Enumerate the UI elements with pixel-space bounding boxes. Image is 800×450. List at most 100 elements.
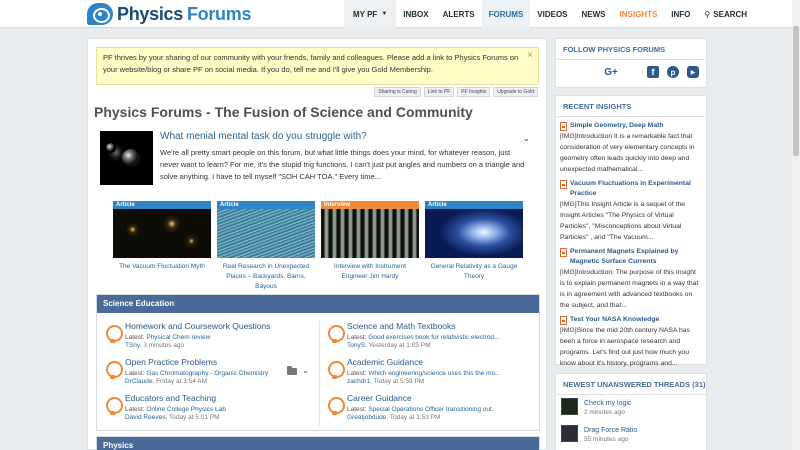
facebook-icon[interactable]: f [647, 66, 659, 78]
forum-title-link[interactable]: Open Practice Problems [125, 357, 217, 367]
forum-latest: Latest: Good exercises book for relativi… [347, 334, 500, 341]
insight-item: Vacuum Fluctuations in Experimental Prac… [556, 179, 706, 243]
nav-insights[interactable]: INSIGHTS [613, 0, 665, 28]
article-card[interactable]: Interview Interview with Instrument Engi… [321, 201, 419, 282]
forum-node: Homework and Coursework Questions Latest… [101, 321, 311, 355]
insight-title-link[interactable]: Test Your NASA Knowledge [570, 315, 659, 325]
logo-text-physics: Physics [117, 3, 183, 24]
article-thumbnail[interactable]: Article [113, 201, 211, 258]
link-to-pf[interactable]: Link to PF [423, 87, 455, 97]
post-title-link[interactable]: What menial mental task do you struggle … [160, 131, 367, 142]
user-link[interactable]: TonyS [347, 342, 365, 349]
nav-my-pf[interactable]: MY PF ▼ [344, 0, 397, 28]
lightbulb-icon [327, 361, 345, 380]
insight-title-link[interactable]: Permanent Magnets Explained by Magnetic … [570, 247, 702, 267]
user-link[interactable]: TSny [125, 342, 140, 349]
forum-latest: Latest: Which engineering/science uses t… [347, 370, 501, 377]
insight-excerpt: [IMG]Introduction It is a remarkable fac… [560, 133, 695, 173]
article-card[interactable]: Article Real Research in Unexpected Plac… [217, 201, 315, 292]
user-link[interactable]: DrClaude [125, 378, 152, 385]
nav-info[interactable]: INFO [664, 0, 697, 28]
close-icon[interactable]: × [527, 50, 533, 62]
nav-forums[interactable]: FORUMS [481, 0, 531, 28]
link-upgrade-to-gold[interactable]: Upgrade to Gold [493, 87, 538, 97]
insight-item: Permanent Magnets Explained by Magnetic … [556, 247, 706, 311]
forum-title-link[interactable]: Career Guidance [347, 393, 412, 403]
forum-title-link[interactable]: Academic Guidance [347, 357, 423, 367]
nav-videos[interactable]: VIDEOS [530, 0, 574, 28]
article-card[interactable]: Article General Relativity as a Gauge Th… [425, 201, 523, 282]
recent-insights-box: RECENT INSIGHTS Simple Geometry, Deep Ma… [555, 95, 707, 367]
lightbulb-icon [105, 361, 123, 380]
thread-title-link[interactable]: Check my logic [584, 400, 631, 407]
article-thumbnail[interactable]: Article [217, 201, 315, 258]
latest-thread-link[interactable]: Gas Chromatography - Organic Chemistry [146, 370, 268, 377]
chevron-down-icon[interactable]: ⌄ [302, 366, 309, 375]
page-title: Physics Forums - The Fusion of Science a… [94, 104, 473, 120]
insight-title-link[interactable]: Vacuum Fluctuations in Experimental Prac… [570, 179, 702, 199]
link-sharing-is-caring[interactable]: Sharing is Caring [374, 87, 421, 97]
insight-excerpt: [IMG]Since the mid 20th century NASA has… [560, 327, 690, 367]
forum-title-link[interactable]: Educators and Teaching [125, 393, 216, 403]
link-pf-insights[interactable]: PF Insights [457, 87, 491, 97]
article-caption[interactable]: Interview with Instrument Engineer Jim H… [321, 262, 419, 282]
article-caption[interactable]: The Vacuum Fluctuation Myth [113, 262, 211, 272]
article-caption[interactable]: Real Research in Unexpected Places – Bac… [217, 262, 315, 292]
apple-icon[interactable] [563, 66, 575, 78]
threads-title: NEWEST UNANSWERED THREADS (31) [563, 380, 706, 389]
forum-latest: Latest: Online College Physics Lab [125, 406, 226, 413]
folder-icon[interactable] [287, 366, 297, 375]
document-icon [560, 180, 567, 189]
latest-thread-link[interactable]: Which engineering/science uses this the … [368, 370, 500, 377]
forum-section-physics: Physics [96, 436, 540, 450]
user-link[interactable]: Greatjobdude [347, 414, 386, 421]
nav-inbox[interactable]: INBOX [396, 0, 435, 28]
section-title[interactable]: Physics [97, 437, 539, 450]
follow-box: FOLLOW PHYSICS FORUMS G+ f p ▶ [555, 38, 707, 88]
article-thumbnail[interactable]: Article [425, 201, 523, 258]
document-icon [560, 316, 567, 325]
pinterest-icon[interactable]: p [667, 66, 679, 78]
thread-title-link[interactable]: Drag Force Ratio [584, 427, 637, 434]
google-plus-icon[interactable]: G+ [603, 66, 619, 78]
post-thumbnail[interactable] [100, 131, 153, 185]
youtube-icon[interactable]: ▶ [687, 66, 699, 78]
site-logo[interactable]: Physics Forums [87, 2, 251, 26]
forum-latest: Latest: Special Operations Officer trans… [347, 406, 494, 413]
share-links: Sharing is Caring Link to PF PF Insights… [374, 87, 538, 97]
insight-title-link[interactable]: Simple Geometry, Deep Math [570, 121, 664, 131]
nav-alerts[interactable]: ALERTS [436, 0, 482, 28]
avatar[interactable] [561, 398, 578, 415]
user-link[interactable]: David Reeves [125, 414, 165, 421]
latest-thread-link[interactable]: Online College Physics Lab [146, 406, 226, 413]
section-title[interactable]: Science Education [97, 295, 539, 313]
social-icons: G+ f p ▶ [556, 60, 706, 78]
lightbulb-icon [327, 397, 345, 416]
document-icon [560, 122, 567, 131]
article-card[interactable]: Article The Vacuum Fluctuation Myth [113, 201, 211, 272]
insight-item: Test Your NASA Knowledge [IMG]Since the … [556, 315, 706, 369]
latest-thread-link[interactable]: Physical Chem review [146, 334, 210, 341]
scrollbar-thumb[interactable] [793, 26, 799, 156]
nav-search[interactable]: ⚲ SEARCH [697, 0, 754, 28]
search-icon: ⚲ [704, 9, 711, 19]
article-strip: Article The Vacuum Fluctuation Myth Arti… [113, 201, 523, 296]
avatar[interactable] [561, 425, 578, 442]
logo-bubble-icon [87, 3, 113, 25]
article-caption[interactable]: General Relativity as a Gauge Theory [425, 262, 523, 282]
twitter-icon[interactable] [627, 66, 639, 78]
android-icon[interactable] [583, 66, 595, 78]
document-icon [560, 248, 567, 257]
forum-meta: TonyS, Yesterday at 1:03 PM [347, 342, 431, 349]
nav-news[interactable]: NEWS [575, 0, 613, 28]
user-link[interactable]: zachdr1 [347, 378, 370, 385]
forum-title-link[interactable]: Homework and Coursework Questions [125, 321, 271, 331]
forum-meta: Greatjobdude, Today at 1:53 PM [347, 414, 441, 421]
article-thumbnail[interactable]: Interview [321, 201, 419, 258]
chevron-down-icon[interactable]: ⌄ [522, 133, 530, 144]
latest-thread-link[interactable]: Special Operations Officer transitioning… [368, 406, 493, 413]
forum-title-link[interactable]: Science and Math Textbooks [347, 321, 456, 331]
lightbulb-icon [105, 325, 123, 344]
page-scrollbar[interactable] [792, 0, 800, 450]
latest-thread-link[interactable]: Good exercises book for relativistic ele… [368, 334, 499, 341]
